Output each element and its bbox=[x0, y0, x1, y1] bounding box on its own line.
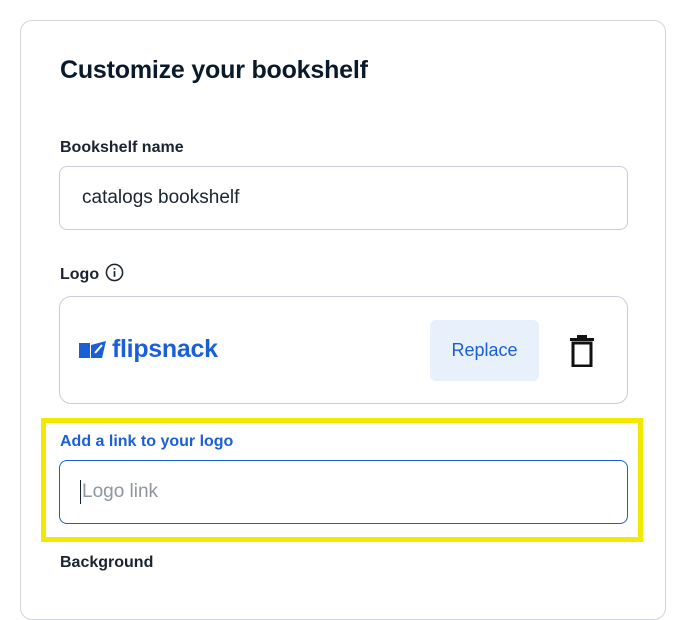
logo-link-input[interactable]: Logo link bbox=[59, 460, 628, 524]
bookshelf-name-input[interactable]: catalogs bookshelf bbox=[59, 166, 628, 230]
page-title: Customize your bookshelf bbox=[60, 56, 368, 84]
logo-link-placeholder: Logo link bbox=[82, 481, 159, 502]
bookshelf-name-label: Bookshelf name bbox=[60, 139, 184, 156]
replace-button[interactable]: Replace bbox=[430, 320, 539, 381]
text-caret bbox=[80, 480, 81, 504]
info-icon[interactable] bbox=[105, 263, 124, 282]
trash-icon[interactable] bbox=[570, 335, 594, 367]
background-label: Background bbox=[60, 554, 154, 571]
logo-upload-box: flipsnack Replace bbox=[59, 296, 628, 404]
logo-link-label: Add a link to your logo bbox=[60, 433, 234, 450]
bookshelf-name-value: catalogs bookshelf bbox=[82, 187, 240, 208]
logo-label-row: Logo bbox=[60, 263, 124, 284]
logo-brand-text: flipsnack bbox=[112, 335, 218, 363]
flipsnack-logo-icon bbox=[79, 340, 106, 358]
flipsnack-logo: flipsnack bbox=[78, 335, 218, 364]
logo-label: Logo bbox=[60, 266, 100, 283]
